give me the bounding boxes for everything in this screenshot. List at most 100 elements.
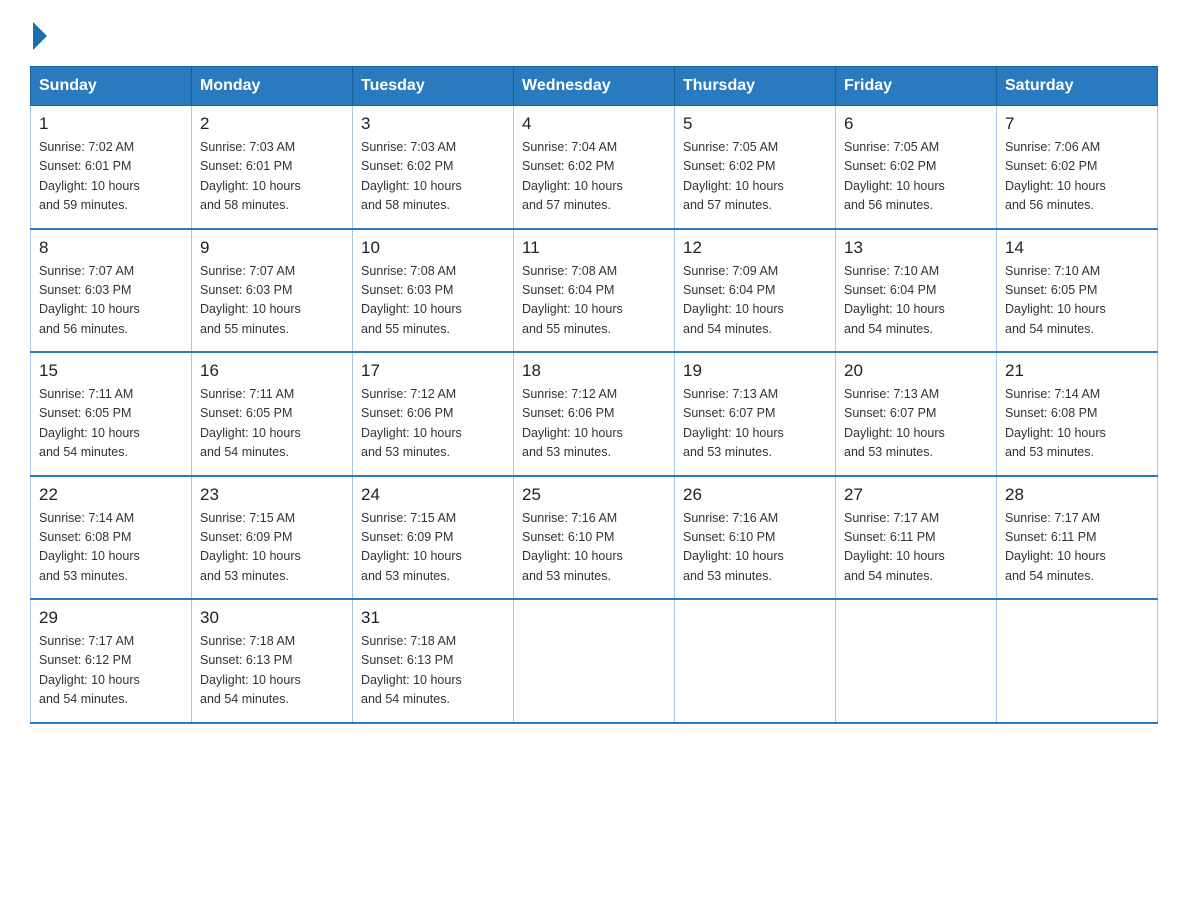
calendar-cell: 2 Sunrise: 7:03 AMSunset: 6:01 PMDaylight… — [192, 106, 353, 229]
calendar-cell: 13 Sunrise: 7:10 AMSunset: 6:04 PMDayligh… — [836, 229, 997, 353]
day-number: 24 — [361, 485, 505, 505]
calendar-week-row: 29Sunrise: 7:17 AMSunset: 6:12 PMDayligh… — [31, 599, 1158, 723]
calendar-cell: 3Sunrise: 7:03 AMSunset: 6:02 PMDaylight… — [353, 106, 514, 229]
day-info: Sunrise: 7:15 AMSunset: 6:09 PMDaylight:… — [361, 509, 505, 587]
calendar-cell: 7 Sunrise: 7:06 AMSunset: 6:02 PMDaylight… — [997, 106, 1158, 229]
calendar-cell: 26Sunrise: 7:16 AMSunset: 6:10 PMDayligh… — [675, 476, 836, 600]
col-header-tuesday: Tuesday — [353, 67, 514, 106]
day-info: Sunrise: 7:16 AMSunset: 6:10 PMDaylight:… — [683, 509, 827, 587]
day-info: Sunrise: 7:13 AMSunset: 6:07 PMDaylight:… — [844, 385, 988, 463]
calendar-cell: 24 Sunrise: 7:15 AMSunset: 6:09 PMDayligh… — [353, 476, 514, 600]
day-info: Sunrise: 7:05 AMSunset: 6:02 PMDaylight:… — [844, 138, 988, 216]
calendar-week-row: 15 Sunrise: 7:11 AMSunset: 6:05 PMDayligh… — [31, 352, 1158, 476]
day-info: Sunrise: 7:16 AMSunset: 6:10 PMDaylight:… — [522, 509, 666, 587]
day-number: 5 — [683, 114, 827, 134]
calendar-cell: 25Sunrise: 7:16 AMSunset: 6:10 PMDayligh… — [514, 476, 675, 600]
calendar-cell: 5 Sunrise: 7:05 AMSunset: 6:02 PMDaylight… — [675, 106, 836, 229]
logo — [30, 20, 47, 46]
calendar-cell: 27Sunrise: 7:17 AMSunset: 6:11 PMDayligh… — [836, 476, 997, 600]
calendar-cell: 30 Sunrise: 7:18 AMSunset: 6:13 PMDayligh… — [192, 599, 353, 723]
day-number: 15 — [39, 361, 183, 381]
col-header-monday: Monday — [192, 67, 353, 106]
day-info: Sunrise: 7:07 AMSunset: 6:03 PMDaylight:… — [200, 262, 344, 340]
day-number: 9 — [200, 238, 344, 258]
day-info: Sunrise: 7:18 AMSunset: 6:13 PMDaylight:… — [361, 632, 505, 710]
day-info: Sunrise: 7:11 AMSunset: 6:05 PMDaylight:… — [200, 385, 344, 463]
day-info: Sunrise: 7:17 AMSunset: 6:11 PMDaylight:… — [1005, 509, 1149, 587]
logo-arrow-icon — [33, 22, 47, 50]
day-number: 14 — [1005, 238, 1149, 258]
day-number: 22 — [39, 485, 183, 505]
day-number: 4 — [522, 114, 666, 134]
day-number: 3 — [361, 114, 505, 134]
day-info: Sunrise: 7:18 AMSunset: 6:13 PMDaylight:… — [200, 632, 344, 710]
calendar-cell: 18Sunrise: 7:12 AMSunset: 6:06 PMDayligh… — [514, 352, 675, 476]
calendar-cell: 1Sunrise: 7:02 AMSunset: 6:01 PMDaylight… — [31, 106, 192, 229]
calendar-cell: 6 Sunrise: 7:05 AMSunset: 6:02 PMDaylight… — [836, 106, 997, 229]
calendar-week-row: 22 Sunrise: 7:14 AMSunset: 6:08 PMDayligh… — [31, 476, 1158, 600]
day-info: Sunrise: 7:13 AMSunset: 6:07 PMDaylight:… — [683, 385, 827, 463]
day-number: 17 — [361, 361, 505, 381]
calendar-cell: 19 Sunrise: 7:13 AMSunset: 6:07 PMDayligh… — [675, 352, 836, 476]
day-number: 19 — [683, 361, 827, 381]
day-info: Sunrise: 7:04 AMSunset: 6:02 PMDaylight:… — [522, 138, 666, 216]
calendar-week-row: 8 Sunrise: 7:07 AMSunset: 6:03 PMDaylight… — [31, 229, 1158, 353]
day-info: Sunrise: 7:11 AMSunset: 6:05 PMDaylight:… — [39, 385, 183, 463]
day-info: Sunrise: 7:14 AMSunset: 6:08 PMDaylight:… — [1005, 385, 1149, 463]
calendar-table: SundayMondayTuesdayWednesdayThursdayFrid… — [30, 66, 1158, 724]
calendar-week-row: 1Sunrise: 7:02 AMSunset: 6:01 PMDaylight… — [31, 106, 1158, 229]
calendar-cell: 31 Sunrise: 7:18 AMSunset: 6:13 PMDayligh… — [353, 599, 514, 723]
calendar-cell: 14Sunrise: 7:10 AMSunset: 6:05 PMDayligh… — [997, 229, 1158, 353]
calendar-cell: 17 Sunrise: 7:12 AMSunset: 6:06 PMDayligh… — [353, 352, 514, 476]
day-info: Sunrise: 7:07 AMSunset: 6:03 PMDaylight:… — [39, 262, 183, 340]
calendar-header-row: SundayMondayTuesdayWednesdayThursdayFrid… — [31, 67, 1158, 106]
calendar-cell: 20 Sunrise: 7:13 AMSunset: 6:07 PMDayligh… — [836, 352, 997, 476]
day-number: 20 — [844, 361, 988, 381]
day-number: 6 — [844, 114, 988, 134]
col-header-sunday: Sunday — [31, 67, 192, 106]
calendar-cell — [514, 599, 675, 723]
calendar-cell: 4 Sunrise: 7:04 AMSunset: 6:02 PMDaylight… — [514, 106, 675, 229]
calendar-cell: 12Sunrise: 7:09 AMSunset: 6:04 PMDayligh… — [675, 229, 836, 353]
day-number: 2 — [200, 114, 344, 134]
day-info: Sunrise: 7:15 AMSunset: 6:09 PMDaylight:… — [200, 509, 344, 587]
calendar-cell — [675, 599, 836, 723]
calendar-cell: 22 Sunrise: 7:14 AMSunset: 6:08 PMDayligh… — [31, 476, 192, 600]
calendar-cell: 23 Sunrise: 7:15 AMSunset: 6:09 PMDayligh… — [192, 476, 353, 600]
day-info: Sunrise: 7:08 AMSunset: 6:03 PMDaylight:… — [361, 262, 505, 340]
day-info: Sunrise: 7:08 AMSunset: 6:04 PMDaylight:… — [522, 262, 666, 340]
calendar-cell: 15 Sunrise: 7:11 AMSunset: 6:05 PMDayligh… — [31, 352, 192, 476]
day-number: 21 — [1005, 361, 1149, 381]
calendar-cell — [836, 599, 997, 723]
col-header-wednesday: Wednesday — [514, 67, 675, 106]
calendar-cell: 28 Sunrise: 7:17 AMSunset: 6:11 PMDayligh… — [997, 476, 1158, 600]
day-info: Sunrise: 7:12 AMSunset: 6:06 PMDaylight:… — [361, 385, 505, 463]
day-number: 31 — [361, 608, 505, 628]
day-number: 7 — [1005, 114, 1149, 134]
calendar-cell: 21 Sunrise: 7:14 AMSunset: 6:08 PMDayligh… — [997, 352, 1158, 476]
day-info: Sunrise: 7:10 AMSunset: 6:04 PMDaylight:… — [844, 262, 988, 340]
calendar-cell: 9 Sunrise: 7:07 AMSunset: 6:03 PMDaylight… — [192, 229, 353, 353]
day-number: 30 — [200, 608, 344, 628]
day-number: 27 — [844, 485, 988, 505]
col-header-saturday: Saturday — [997, 67, 1158, 106]
page-header — [30, 20, 1158, 46]
calendar-cell: 11Sunrise: 7:08 AMSunset: 6:04 PMDayligh… — [514, 229, 675, 353]
day-number: 10 — [361, 238, 505, 258]
day-info: Sunrise: 7:03 AMSunset: 6:01 PMDaylight:… — [200, 138, 344, 216]
day-number: 16 — [200, 361, 344, 381]
day-number: 28 — [1005, 485, 1149, 505]
day-number: 13 — [844, 238, 988, 258]
day-info: Sunrise: 7:14 AMSunset: 6:08 PMDaylight:… — [39, 509, 183, 587]
day-number: 8 — [39, 238, 183, 258]
calendar-cell — [997, 599, 1158, 723]
day-info: Sunrise: 7:05 AMSunset: 6:02 PMDaylight:… — [683, 138, 827, 216]
calendar-cell: 16 Sunrise: 7:11 AMSunset: 6:05 PMDayligh… — [192, 352, 353, 476]
col-header-friday: Friday — [836, 67, 997, 106]
calendar-cell: 8 Sunrise: 7:07 AMSunset: 6:03 PMDaylight… — [31, 229, 192, 353]
day-number: 29 — [39, 608, 183, 628]
day-number: 12 — [683, 238, 827, 258]
day-number: 23 — [200, 485, 344, 505]
day-info: Sunrise: 7:06 AMSunset: 6:02 PMDaylight:… — [1005, 138, 1149, 216]
col-header-thursday: Thursday — [675, 67, 836, 106]
